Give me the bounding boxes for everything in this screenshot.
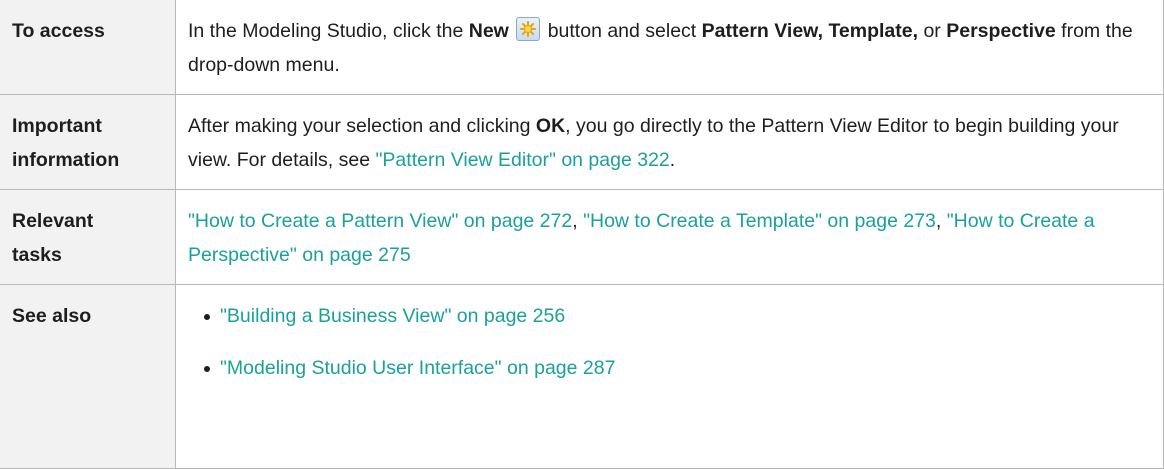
text: button and select — [542, 20, 702, 42]
new-label: New — [468, 20, 509, 42]
row-label-to-access: To access — [0, 0, 176, 95]
reference-table: To access In the Modeling Studio, click … — [0, 0, 1164, 469]
link-create-template[interactable]: "How to Create a Template" on page 273 — [583, 210, 936, 232]
label-text: To access — [12, 20, 105, 42]
row-important-information: Important information After making your s… — [0, 94, 1164, 190]
bold-options: Pattern View, Template, — [701, 20, 919, 42]
bold-perspective: Perspective — [946, 20, 1056, 42]
row-content-important-information: After making your selection and clicking… — [175, 94, 1164, 190]
bold-ok: OK — [535, 115, 566, 137]
link-pattern-view-editor[interactable]: "Pattern View Editor" on page 322 — [376, 149, 670, 171]
row-label-see-also: See also — [0, 284, 176, 469]
label-text: information — [12, 149, 120, 171]
text: . — [669, 149, 676, 171]
list-item: "Building a Business View" on page 256 — [188, 299, 1151, 333]
link-modeling-studio-ui[interactable]: "Modeling Studio User Interface" on page… — [220, 357, 615, 379]
label-text: See also — [12, 305, 92, 327]
see-also-list: "Building a Business View" on page 256 "… — [188, 299, 1151, 385]
row-label-important-information: Important information — [0, 94, 176, 190]
list-item: "Modeling Studio User Interface" on page… — [188, 351, 1151, 385]
bullet-icon — [204, 314, 210, 320]
row-see-also: See also "Building a Business View" on p… — [0, 284, 1164, 469]
link-building-business-view[interactable]: "Building a Business View" on page 256 — [220, 305, 565, 327]
row-content-relevant-tasks: "How to Create a Pattern View" on page 2… — [175, 189, 1164, 285]
new-star-icon — [516, 17, 541, 41]
label-text: Relevant — [12, 210, 94, 232]
bullet-icon — [204, 366, 210, 372]
separator: , — [572, 210, 584, 232]
label-text: Important — [12, 115, 102, 137]
row-content-see-also: "Building a Business View" on page 256 "… — [175, 284, 1164, 469]
text: or — [918, 20, 947, 42]
separator: , — [935, 210, 947, 232]
row-label-relevant-tasks: Relevant tasks — [0, 189, 176, 285]
row-content-to-access: In the Modeling Studio, click the New bu… — [175, 0, 1164, 95]
link-create-pattern-view[interactable]: "How to Create a Pattern View" on page 2… — [188, 210, 572, 232]
text: In the Modeling Studio, click the — [188, 20, 469, 42]
row-relevant-tasks: Relevant tasks "How to Create a Pattern V… — [0, 189, 1164, 285]
row-to-access: To access In the Modeling Studio, click … — [0, 0, 1164, 95]
text: After making your selection and clicking — [188, 115, 536, 137]
label-text: tasks — [12, 244, 62, 266]
